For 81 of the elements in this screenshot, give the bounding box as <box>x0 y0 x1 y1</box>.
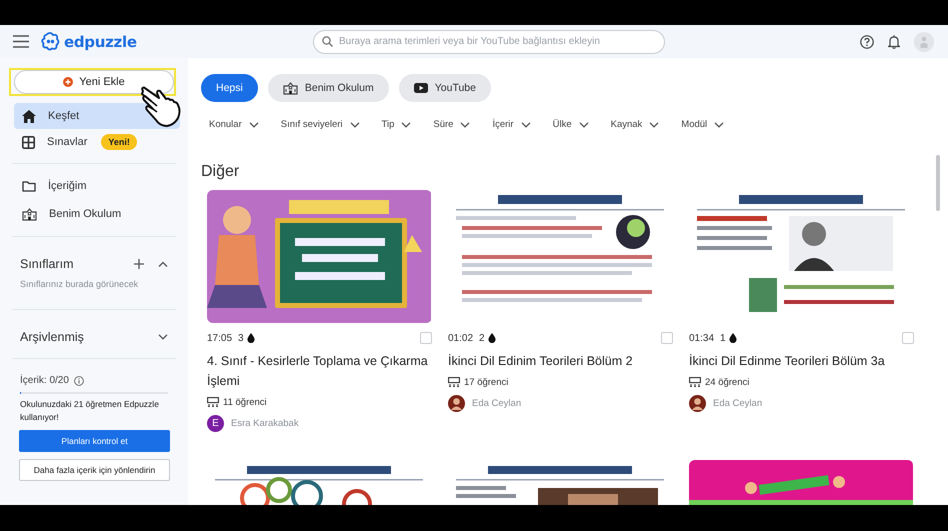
select-checkbox[interactable] <box>902 332 914 344</box>
logo-text: edpuzzle <box>64 32 137 50</box>
filter-tab[interactable]: YouTube <box>398 74 491 102</box>
filter-tab[interactable]: Benim Okulum <box>268 74 389 102</box>
video-duration: 01:34 <box>689 332 714 344</box>
classroom-icon <box>448 377 460 387</box>
person-silhouette-icon <box>451 397 462 410</box>
student-count: 11 öğrenci <box>223 396 267 408</box>
section-heading: Sınıflarım <box>20 257 74 271</box>
drop-icon <box>728 333 737 343</box>
student-count: 17 öğrenci <box>464 376 508 388</box>
chevron-down-icon[interactable] <box>158 334 168 340</box>
puzzle-icon <box>41 32 60 51</box>
question-count: 2 <box>479 332 485 344</box>
video-duration: 17:05 <box>207 332 232 344</box>
filter-dropdown[interactable]: Ülke <box>552 119 589 130</box>
video-title[interactable]: İkinci Dil Edinme Teorileri Bölüm 3a <box>689 351 914 371</box>
chevron-down-icon <box>460 122 470 128</box>
chevron-down-icon <box>714 122 724 128</box>
filter-tab[interactable]: Hepsi <box>201 74 258 102</box>
author-name: Esra Karakabak <box>231 418 299 429</box>
notification-bell-icon[interactable] <box>888 34 900 48</box>
filter-dropdown[interactable]: Kaynak <box>610 119 660 130</box>
classroom-icon <box>207 397 219 407</box>
video-title[interactable]: 4. Sınıf - Kesirlerle Toplama ve Çıkarma İşlemi <box>207 351 432 391</box>
chevron-up-icon[interactable] <box>158 261 168 267</box>
home-icon <box>22 110 36 122</box>
chevron-down-icon <box>401 122 412 128</box>
search-field[interactable]: Buraya arama terimleri veya bir YouTube bağlantısı ekleyin <box>339 36 656 47</box>
usage-label: İçerik: 0/20 <box>20 375 69 386</box>
scrollbar <box>936 155 940 211</box>
plus-icon[interactable] <box>134 259 144 269</box>
chevron-down-icon <box>649 122 660 128</box>
filter-dropdown[interactable]: Sınıf seviyeleri <box>280 119 360 130</box>
select-checkbox[interactable] <box>420 332 432 344</box>
question-count: 1 <box>720 332 726 344</box>
filter-dropdown[interactable]: Süre <box>433 119 470 130</box>
video-title[interactable]: İkinci Dil Edinim Teorileri Bölüm 2 <box>448 351 673 371</box>
action-button[interactable]: Daha fazla içerik için yönlendirin <box>19 459 170 481</box>
nav-item[interactable]: Benim Okulum <box>12 200 176 228</box>
filter-dropdown[interactable]: Modül <box>681 119 724 130</box>
chevron-down-icon <box>578 122 589 128</box>
new-badge: Yeni! <box>101 134 137 150</box>
plus-circle-icon <box>63 77 74 87</box>
menu-icon[interactable] <box>13 35 29 48</box>
question-count: 3 <box>238 332 244 344</box>
add-new-button[interactable]: Yeni Ekle <box>14 70 174 94</box>
grid-icon <box>22 136 35 148</box>
person-silhouette-icon <box>692 397 703 410</box>
search-icon <box>322 36 333 47</box>
chevron-down-icon <box>248 122 259 128</box>
school-icon <box>22 208 37 220</box>
school-icon <box>282 82 298 94</box>
action-button[interactable]: Planları kontrol et <box>19 430 170 452</box>
chevron-down-icon <box>350 122 360 128</box>
search-bar[interactable]: Buraya arama terimleri veya bir YouTube bağlantısı ekleyin <box>313 30 665 54</box>
author-name: Eda Ceylan <box>472 398 522 409</box>
drop-icon <box>246 333 255 343</box>
filter-dropdown[interactable]: İçerir <box>492 119 531 130</box>
student-count: 24 öğrenci <box>705 376 750 388</box>
youtube-icon <box>414 83 428 93</box>
select-checkbox[interactable] <box>661 332 673 344</box>
person-silhouette-icon <box>920 36 928 48</box>
section-heading: Arşivlenmiş <box>20 330 85 344</box>
folder-icon <box>22 180 36 192</box>
nav-item[interactable]: Sınavlar Yeni! <box>14 129 180 155</box>
usage-note: Okulunuzdaki 21 öğretmen Edpuzzle kullanıyor! <box>19 398 160 424</box>
hand-cursor-icon <box>139 85 183 129</box>
help-icon[interactable] <box>860 34 874 48</box>
classroom-icon <box>689 377 701 387</box>
empty-note: Sınıflarınız burada görünecek <box>19 278 140 291</box>
filter-dropdown[interactable]: Tip <box>382 119 412 130</box>
chevron-down-icon <box>520 122 531 128</box>
video-duration: 01:02 <box>448 332 474 344</box>
section-title: Diğer <box>201 163 240 181</box>
author-avatar: E <box>207 415 224 432</box>
filter-dropdown[interactable]: Konular <box>209 119 259 130</box>
info-icon <box>74 376 84 386</box>
nav-item[interactable]: İçeriğim <box>12 172 176 200</box>
author-name: Eda Ceylan <box>713 398 762 409</box>
drop-icon <box>488 333 496 343</box>
